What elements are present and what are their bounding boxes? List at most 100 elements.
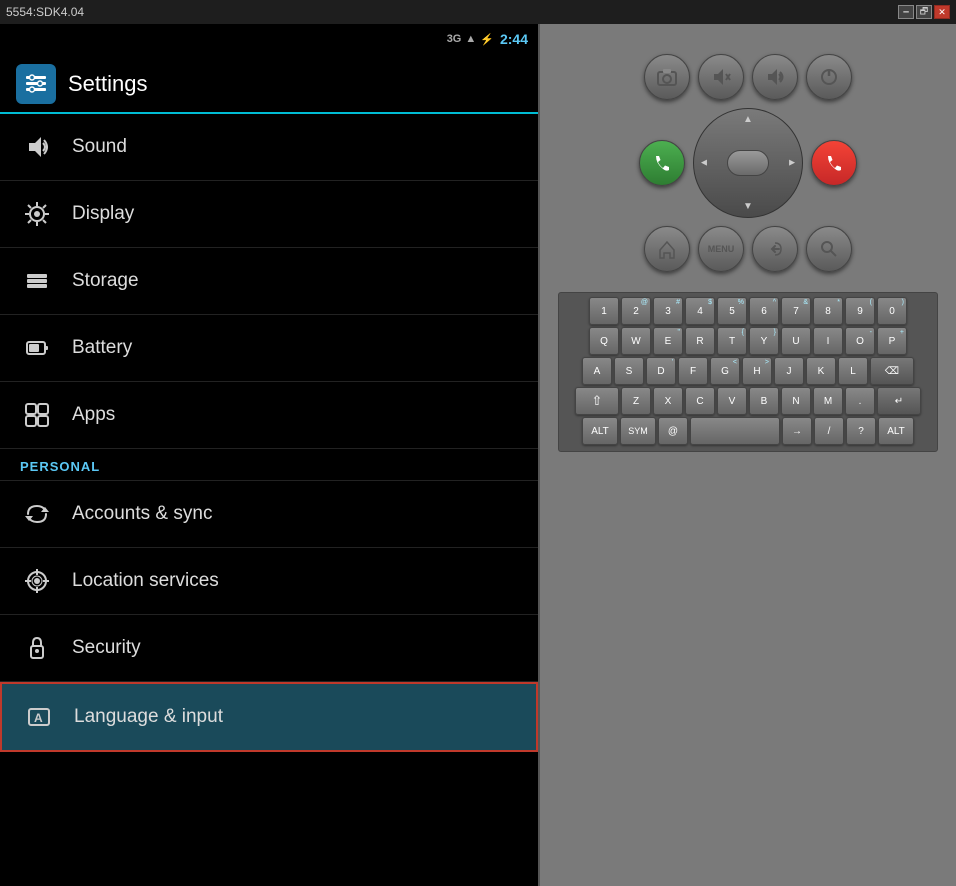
menu-button[interactable]: MENU bbox=[698, 226, 744, 272]
key-0[interactable]: )0 bbox=[877, 297, 907, 325]
key-6[interactable]: ^6 bbox=[749, 297, 779, 325]
close-button[interactable]: ✕ bbox=[934, 5, 950, 19]
key-arrow[interactable]: → bbox=[782, 417, 812, 445]
key-i[interactable]: I bbox=[813, 327, 843, 355]
dpad-center[interactable] bbox=[727, 150, 769, 176]
dpad-left: ◄ bbox=[699, 158, 709, 169]
key-2[interactable]: @2 bbox=[621, 297, 651, 325]
sidebar-item-language-input[interactable]: A Language & input bbox=[0, 682, 538, 752]
key-t[interactable]: {T bbox=[717, 327, 747, 355]
camera-button[interactable] bbox=[644, 54, 690, 100]
section-personal: PERSONAL bbox=[0, 449, 538, 481]
key-e[interactable]: "E bbox=[653, 327, 683, 355]
key-j[interactable]: J bbox=[774, 357, 804, 385]
minimize-button[interactable]: 🗕 bbox=[898, 5, 914, 19]
power-button[interactable] bbox=[806, 54, 852, 100]
key-f[interactable]: F bbox=[678, 357, 708, 385]
main-area: 3G ▲ ⚡ 2:44 Settings bbox=[0, 24, 956, 886]
apps-label: Apps bbox=[72, 404, 115, 426]
dpad[interactable]: ▲ ▼ ◄ ► bbox=[693, 108, 803, 218]
key-5[interactable]: %5 bbox=[717, 297, 747, 325]
apps-icon bbox=[20, 398, 54, 432]
key-shift[interactable]: ⇧ bbox=[575, 387, 619, 415]
key-7[interactable]: &7 bbox=[781, 297, 811, 325]
key-r[interactable]: R bbox=[685, 327, 715, 355]
sound-icon bbox=[20, 130, 54, 164]
key-at[interactable]: @ bbox=[658, 417, 688, 445]
key-a[interactable]: A bbox=[582, 357, 612, 385]
key-u[interactable]: U bbox=[781, 327, 811, 355]
clock: 2:44 bbox=[500, 31, 528, 47]
key-backspace[interactable]: ⌫ bbox=[870, 357, 914, 385]
key-period[interactable]: . bbox=[845, 387, 875, 415]
key-9[interactable]: (9 bbox=[845, 297, 875, 325]
sidebar-item-apps[interactable]: Apps bbox=[0, 382, 538, 449]
sidebar-item-battery[interactable]: Battery bbox=[0, 315, 538, 382]
sidebar-item-location-services[interactable]: Location services bbox=[0, 548, 538, 615]
key-4[interactable]: $4 bbox=[685, 297, 715, 325]
key-8[interactable]: *8 bbox=[813, 297, 843, 325]
home-button[interactable] bbox=[644, 226, 690, 272]
keyboard-row-asdf: A S 'D F <G >H J K L ⌫ bbox=[563, 357, 933, 385]
key-v[interactable]: V bbox=[717, 387, 747, 415]
dpad-up: ▲ bbox=[743, 114, 753, 125]
sidebar-item-display[interactable]: Display bbox=[0, 181, 538, 248]
key-b[interactable]: B bbox=[749, 387, 779, 415]
key-enter[interactable]: ↵ bbox=[877, 387, 921, 415]
volume-mute-button[interactable] bbox=[698, 54, 744, 100]
key-g[interactable]: <G bbox=[710, 357, 740, 385]
back-button[interactable] bbox=[752, 226, 798, 272]
bottom-controls-row: MENU bbox=[644, 226, 852, 272]
keyboard: 1 @2 #3 $4 %5 ^6 &7 *8 (9 )0 Q W "E R {T… bbox=[558, 292, 938, 452]
key-sym[interactable]: SYM bbox=[620, 417, 656, 445]
storage-label: Storage bbox=[72, 270, 139, 292]
sidebar-item-storage[interactable]: Storage bbox=[0, 248, 538, 315]
battery-label: Battery bbox=[72, 337, 132, 359]
key-z[interactable]: Z bbox=[621, 387, 651, 415]
key-y[interactable]: }Y bbox=[749, 327, 779, 355]
key-question[interactable]: ? bbox=[846, 417, 876, 445]
key-x[interactable]: X bbox=[653, 387, 683, 415]
svg-text:A: A bbox=[34, 711, 43, 725]
key-p[interactable]: +P bbox=[877, 327, 907, 355]
display-label: Display bbox=[72, 203, 134, 225]
battery-icon: ⚡ bbox=[480, 33, 494, 46]
key-h[interactable]: >H bbox=[742, 357, 772, 385]
keyboard-row-qwerty: Q W "E R {T }Y U I -O +P bbox=[563, 327, 933, 355]
key-d[interactable]: 'D bbox=[646, 357, 676, 385]
language-input-label: Language & input bbox=[74, 706, 223, 728]
key-s[interactable]: S bbox=[614, 357, 644, 385]
end-call-button[interactable] bbox=[811, 140, 857, 186]
key-m[interactable]: M bbox=[813, 387, 843, 415]
key-3[interactable]: #3 bbox=[653, 297, 683, 325]
keyboard-row-bottom: ALT SYM @ → / ? ALT bbox=[563, 417, 933, 445]
phone-panel: 3G ▲ ⚡ 2:44 Settings bbox=[0, 24, 540, 886]
search-button[interactable] bbox=[806, 226, 852, 272]
accounts-sync-label: Accounts & sync bbox=[72, 503, 212, 525]
key-q[interactable]: Q bbox=[589, 327, 619, 355]
key-o[interactable]: -O bbox=[845, 327, 875, 355]
security-label: Security bbox=[72, 637, 141, 659]
key-k[interactable]: K bbox=[806, 357, 836, 385]
key-space[interactable] bbox=[690, 417, 780, 445]
key-1[interactable]: 1 bbox=[589, 297, 619, 325]
accounts-sync-icon bbox=[20, 497, 54, 531]
sidebar-item-security[interactable]: Security bbox=[0, 615, 538, 682]
volume-up-button[interactable] bbox=[752, 54, 798, 100]
restore-button[interactable]: 🗗 bbox=[916, 5, 932, 19]
key-n[interactable]: N bbox=[781, 387, 811, 415]
key-alt-left[interactable]: ALT bbox=[582, 417, 618, 445]
sidebar-item-accounts-sync[interactable]: Accounts & sync bbox=[0, 481, 538, 548]
storage-icon bbox=[20, 264, 54, 298]
key-l[interactable]: L bbox=[838, 357, 868, 385]
key-w[interactable]: W bbox=[621, 327, 651, 355]
sidebar-item-sound[interactable]: Sound bbox=[0, 114, 538, 181]
battery-menu-icon bbox=[20, 331, 54, 365]
signal-label: 3G bbox=[447, 33, 462, 45]
key-slash[interactable]: / bbox=[814, 417, 844, 445]
key-alt-right[interactable]: ALT bbox=[878, 417, 914, 445]
keyboard-row-numbers: 1 @2 #3 $4 %5 ^6 &7 *8 (9 )0 bbox=[563, 297, 933, 325]
key-c[interactable]: C bbox=[685, 387, 715, 415]
call-button[interactable] bbox=[639, 140, 685, 186]
settings-header: Settings bbox=[0, 54, 538, 114]
